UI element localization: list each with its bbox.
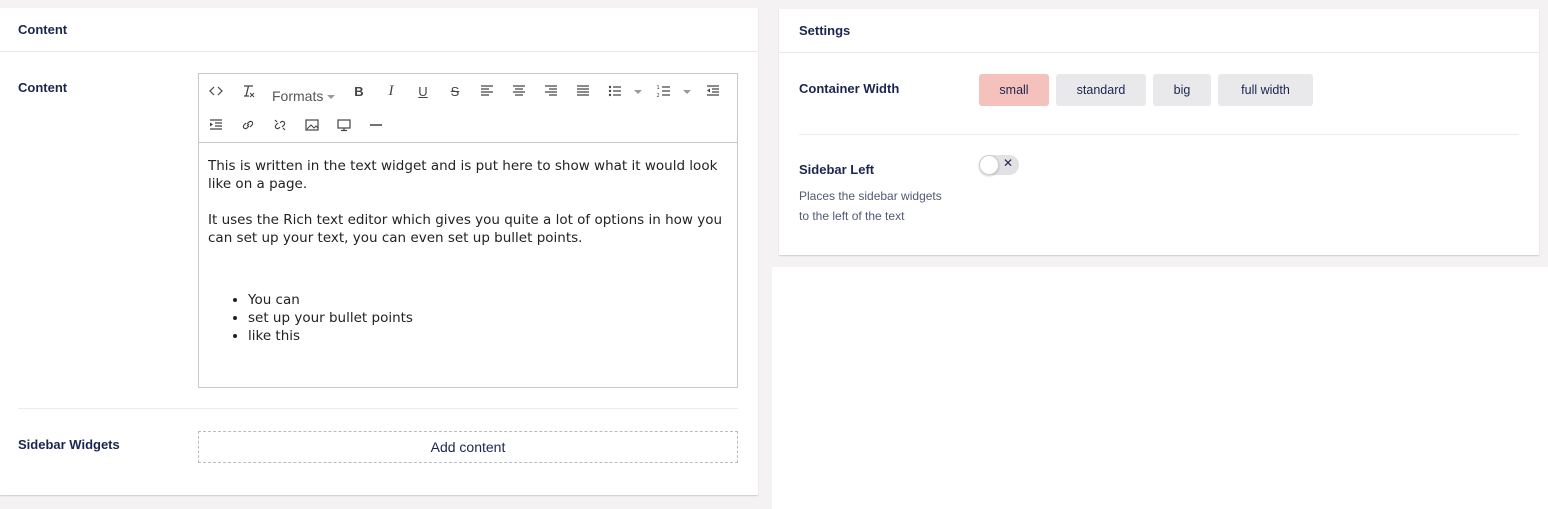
code-icon[interactable]: [204, 79, 228, 103]
sidebar-left-description: Places the sidebar widgets to the left o…: [799, 186, 969, 226]
indent-icon[interactable]: [204, 113, 228, 137]
chevron-down-icon[interactable]: [683, 90, 691, 94]
unlink-icon[interactable]: [268, 113, 292, 137]
formats-dropdown[interactable]: Formats: [272, 84, 336, 108]
sidebar-left-toggle[interactable]: ✕: [979, 155, 1019, 175]
content-panel-title: Content: [0, 8, 758, 52]
width-option-full-width[interactable]: full width: [1218, 74, 1313, 106]
sidebar-left-label: Sidebar Left: [799, 162, 875, 177]
editor-body[interactable]: This is written in the text widget and i…: [199, 143, 737, 345]
italic-icon[interactable]: I: [379, 79, 403, 103]
align-center-icon[interactable]: [507, 79, 531, 103]
settings-panel-title: Settings: [779, 9, 1539, 53]
description-line: Places the sidebar widgets: [799, 189, 942, 203]
link-icon[interactable]: [236, 113, 260, 137]
chevron-down-icon[interactable]: [634, 90, 642, 94]
width-option-small[interactable]: small: [979, 74, 1049, 106]
add-content-button[interactable]: Add content: [198, 431, 738, 463]
editor-toolbar: Formats B I U S 12: [199, 74, 737, 143]
formats-label: Formats: [272, 88, 324, 104]
chevron-down-icon: [327, 94, 336, 99]
clear-formatting-icon[interactable]: [236, 79, 260, 103]
editor-bullet-list: You can set up your bullet points like t…: [208, 291, 727, 345]
list-item: like this: [248, 327, 727, 345]
sidebar-widgets-label: Sidebar Widgets: [18, 437, 120, 452]
underline-icon[interactable]: U: [411, 79, 435, 103]
toggle-knob: [979, 155, 999, 175]
outdent-icon[interactable]: [701, 79, 725, 103]
close-icon: ✕: [1003, 156, 1014, 170]
strikethrough-icon[interactable]: S: [443, 79, 467, 103]
media-icon[interactable]: [332, 113, 356, 137]
settings-panel: Settings Container Width small standard …: [779, 9, 1539, 255]
empty-area: [772, 267, 1548, 509]
editor-paragraph: This is written in the text widget and i…: [208, 158, 718, 192]
rich-text-editor: Formats B I U S 12 This is written in th…: [198, 73, 738, 388]
divider: [18, 408, 738, 409]
align-right-icon[interactable]: [539, 79, 563, 103]
justify-icon[interactable]: [571, 79, 595, 103]
align-left-icon[interactable]: [475, 79, 499, 103]
width-option-standard[interactable]: standard: [1056, 74, 1146, 106]
content-label: Content: [18, 80, 68, 95]
bold-icon[interactable]: B: [347, 79, 371, 103]
editor-paragraph: It uses the Rich text editor which gives…: [208, 212, 723, 246]
list-item: set up your bullet points: [248, 309, 727, 327]
image-icon[interactable]: [300, 113, 324, 137]
svg-text:1: 1: [657, 85, 660, 91]
content-panel: Content Content Formats B I U S 1 2 This…: [0, 8, 758, 495]
bullet-list-icon[interactable]: [603, 79, 627, 103]
width-option-big[interactable]: big: [1153, 74, 1211, 106]
horizontal-rule-icon[interactable]: [364, 113, 388, 137]
svg-text:2: 2: [657, 93, 660, 99]
divider: [799, 134, 1519, 135]
numbered-list-icon[interactable]: 12: [652, 79, 676, 103]
description-line: to the left of the text: [799, 209, 905, 223]
list-item: You can: [248, 291, 727, 309]
container-width-label: Container Width: [799, 81, 900, 96]
